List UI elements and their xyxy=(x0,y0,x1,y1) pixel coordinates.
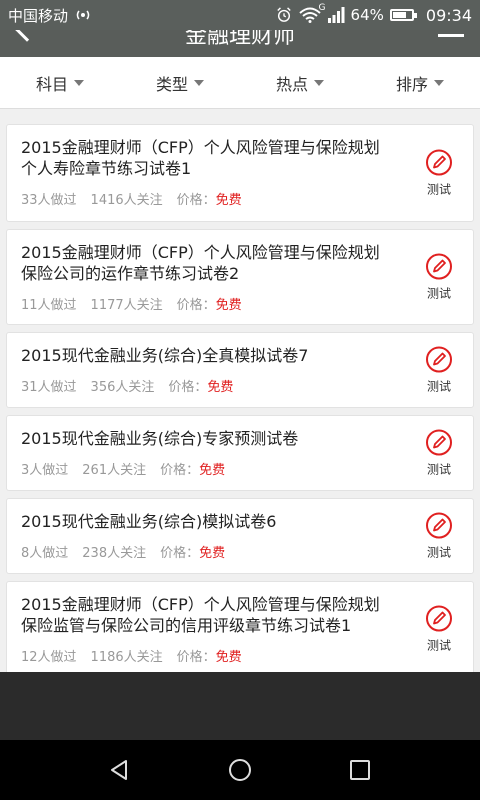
list-item[interactable]: 2015金融理财师（CFP）个人风险管理与保险规划保险公司的运作章节练习试卷2 … xyxy=(6,229,474,325)
pencil-circle-icon xyxy=(426,429,452,456)
done-count: 12人做过 xyxy=(21,650,77,665)
exam-title: 2015金融理财师（CFP）个人风险管理与保险规划保险监管与保险公司的信用评级章… xyxy=(21,595,380,635)
price-value: 免费 xyxy=(215,650,242,665)
test-button[interactable]: 测试 xyxy=(419,149,459,198)
test-label: 测试 xyxy=(426,286,451,301)
filter-label: 热点 xyxy=(275,74,308,94)
test-button[interactable]: 测试 xyxy=(419,605,459,654)
price-label: 价格： xyxy=(160,546,200,561)
done-count: 33人做过 xyxy=(21,193,77,208)
exam-title: 2015现代金融业务(综合)模拟试卷6 xyxy=(21,512,277,531)
follow-count: 238人关注 xyxy=(82,546,147,561)
pencil-circle-icon xyxy=(426,149,452,176)
follow-count: 261人关注 xyxy=(82,463,147,478)
list-item[interactable]: 2015现代金融业务(综合)模拟试卷6 8人做过 238人关注 价格：免费 测试 xyxy=(6,498,474,574)
alarm-icon xyxy=(276,7,291,22)
test-label: 测试 xyxy=(426,182,451,197)
filter-label: 排序 xyxy=(395,74,428,94)
signal-icon xyxy=(327,7,345,23)
test-button[interactable]: 测试 xyxy=(419,512,459,561)
pencil-circle-icon xyxy=(426,512,452,539)
price-label: 价格： xyxy=(176,193,216,208)
test-label: 测试 xyxy=(426,638,451,653)
system-nav-bar xyxy=(0,740,480,800)
radio-icon xyxy=(76,10,90,20)
caret-down-icon xyxy=(194,79,204,86)
price-label: 价格： xyxy=(160,463,200,478)
price-value: 免费 xyxy=(207,380,234,395)
done-count: 8人做过 xyxy=(21,546,69,561)
exam-title: 2015金融理财师（CFP）个人风险管理与保险规划个人寿险章节练习试卷1 xyxy=(21,138,380,178)
test-label: 测试 xyxy=(426,545,451,560)
nav-home-button[interactable] xyxy=(220,750,260,790)
caret-down-icon xyxy=(314,79,324,86)
recents-square-icon xyxy=(350,760,370,780)
caret-down-icon xyxy=(434,79,444,86)
exam-title: 2015现代金融业务(综合)专家预测试卷 xyxy=(21,429,299,448)
filter-hot[interactable]: 热点 xyxy=(240,57,360,108)
price-label: 价格： xyxy=(176,298,216,313)
page-title: 金融理财师 xyxy=(184,30,295,49)
filter-sort[interactable]: 排序 xyxy=(360,57,480,108)
follow-count: 1177人关注 xyxy=(90,298,163,313)
filter-label: 科目 xyxy=(35,74,68,94)
follow-count: 1186人关注 xyxy=(90,650,163,665)
list-item[interactable]: 2015金融理财师（CFP）个人风险管理与保险规划个人寿险章节练习试卷1 33人… xyxy=(6,124,474,222)
wifi-icon xyxy=(298,7,321,23)
price-value: 免费 xyxy=(215,193,242,208)
test-label: 测试 xyxy=(426,462,451,477)
follow-count: 356人关注 xyxy=(90,380,155,395)
pencil-circle-icon xyxy=(426,253,452,280)
test-label: 测试 xyxy=(426,379,451,394)
list-item[interactable]: 2015现代金融业务(综合)全真模拟试卷7 31人做过 356人关注 价格：免费… xyxy=(6,332,474,408)
list-item[interactable]: 2015现代金融业务(综合)专家预测试卷 3人做过 261人关注 价格：免费 测… xyxy=(6,415,474,491)
network-badge: G xyxy=(318,3,326,13)
nav-back-button[interactable] xyxy=(100,750,140,790)
carrier-name: 中国移动 xyxy=(8,6,69,25)
price-label: 价格： xyxy=(176,650,216,665)
list-item[interactable]: 2015金融理财师（CFP）个人风险管理与保险规划保险监管与保险公司的信用评级章… xyxy=(6,581,474,672)
caret-down-icon xyxy=(74,79,84,86)
done-count: 11人做过 xyxy=(21,298,77,313)
exam-title: 2015金融理财师（CFP）个人风险管理与保险规划保险公司的运作章节练习试卷2 xyxy=(21,243,380,283)
test-button[interactable]: 测试 xyxy=(419,253,459,302)
filter-type[interactable]: 类型 xyxy=(120,57,240,108)
home-circle-icon xyxy=(229,759,251,781)
filter-bar: 科目 类型 热点 排序 xyxy=(0,57,480,109)
battery-icon xyxy=(389,9,417,21)
pencil-circle-icon xyxy=(426,605,452,632)
app-header: 金融理财师 xyxy=(0,30,480,57)
done-count: 31人做过 xyxy=(21,380,77,395)
exam-title: 2015现代金融业务(综合)全真模拟试卷7 xyxy=(21,346,309,365)
filter-label: 类型 xyxy=(155,74,188,94)
battery-fill xyxy=(392,12,406,18)
bottom-overlay xyxy=(0,672,480,740)
exam-list: 2015金融理财师（CFP）个人风险管理与保险规划个人寿险章节练习试卷1 33人… xyxy=(6,124,474,672)
back-triangle-icon xyxy=(111,760,127,780)
pencil-circle-icon xyxy=(426,346,452,373)
price-value: 免费 xyxy=(215,298,242,313)
test-button[interactable]: 测试 xyxy=(419,346,459,395)
price-value: 免费 xyxy=(199,463,226,478)
follow-count: 1416人关注 xyxy=(90,193,163,208)
filter-subject[interactable]: 科目 xyxy=(0,57,120,108)
clock-time: 09:34 xyxy=(425,5,472,25)
nav-recents-button[interactable] xyxy=(340,750,380,790)
done-count: 3人做过 xyxy=(21,463,69,478)
battery-percent: 64% xyxy=(350,6,384,24)
status-bar: 中国移动 G 64% 09:34 xyxy=(0,0,480,30)
test-button[interactable]: 测试 xyxy=(419,429,459,478)
menu-icon[interactable] xyxy=(438,34,464,37)
price-label: 价格： xyxy=(168,380,208,395)
price-value: 免费 xyxy=(199,546,226,561)
